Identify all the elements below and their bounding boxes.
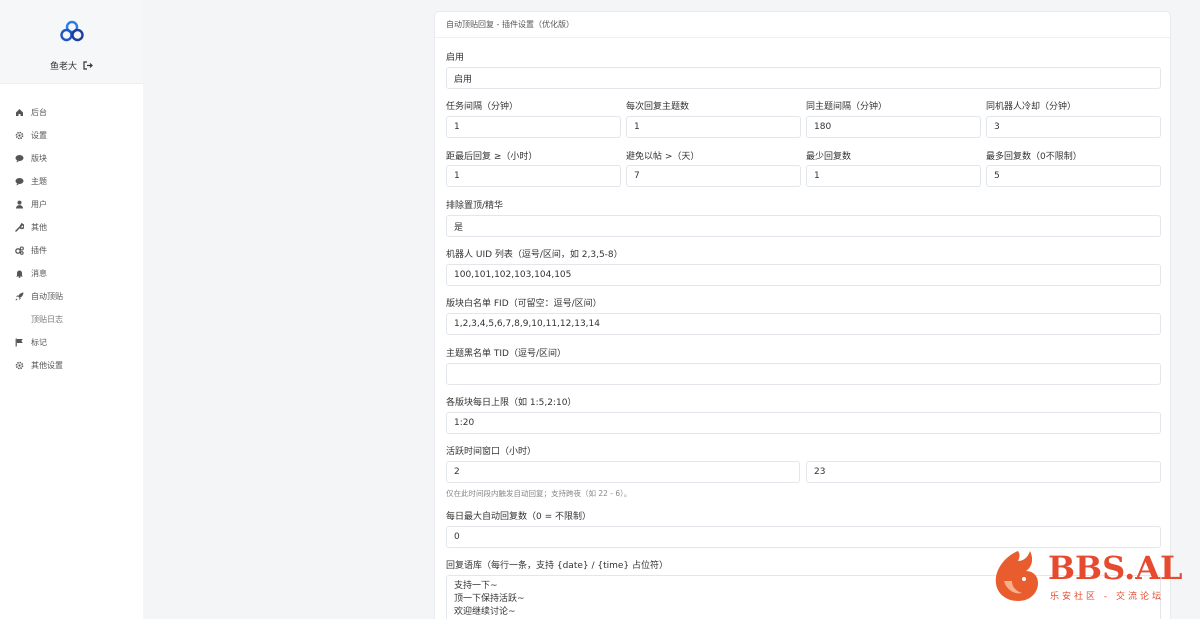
sidebar-item-bump-log[interactable]: 顶贴日志 <box>0 308 143 331</box>
sidebar-item-label: 版块 <box>31 154 47 163</box>
plugin-settings-card: 自动顶贴回复 - 插件设置（优化版） 启用 启用 任务间隔（分钟） 1 每次回复… <box>434 11 1171 619</box>
card-title: 自动顶贴回复 - 插件设置（优化版） <box>435 12 1170 38</box>
sidebar: 鱼老大 后台 设置 版块 主题 用户 其他 插件 消息 自动顶贴 顶贴日志 标记… <box>0 0 143 619</box>
robot-cooldown-input[interactable]: 3 <box>986 116 1161 138</box>
user-name: 鱼老大 <box>49 62 77 72</box>
sidebar-item-flags[interactable]: 标记 <box>0 331 143 354</box>
home-icon <box>15 108 24 117</box>
since-last-reply-label: 距最后回复 ≥（小时） <box>446 152 538 162</box>
sidebar-item-dashboard[interactable]: 后台 <box>0 101 143 124</box>
forum-daily-limit-label: 各版块每日上限（如 1:5,2:10） <box>446 398 577 408</box>
sidebar-item-label: 消息 <box>31 269 47 278</box>
threads-per-run-input[interactable]: 1 <box>626 116 801 138</box>
sidebar-item-label: 主题 <box>31 177 47 186</box>
thread-blacklist-label: 主题黑名单 TID（逗号/区间） <box>446 349 566 359</box>
task-interval-label: 任务间隔（分钟） <box>446 102 519 112</box>
sidebar-item-label: 设置 <box>31 131 47 140</box>
robot-uids-input[interactable]: 100,101,102,103,104,105 <box>446 264 1161 286</box>
forum-daily-limit-input[interactable]: 1:20 <box>446 412 1161 434</box>
sidebar-item-label: 顶贴日志 <box>31 315 63 324</box>
enable-label: 启用 <box>446 53 465 63</box>
active-window-start-input[interactable]: 2 <box>446 461 800 483</box>
chat-icon <box>15 154 24 163</box>
exclude-top-label: 排除置顶/精华 <box>446 201 504 211</box>
sidebar-item-label: 用户 <box>31 200 47 209</box>
since-last-reply-input[interactable]: 1 <box>446 165 621 187</box>
sidebar-item-settings[interactable]: 设置 <box>0 124 143 147</box>
robot-cooldown-label: 同机器人冷却（分钟） <box>986 102 1077 112</box>
sidebar-nav: 后台 设置 版块 主题 用户 其他 插件 消息 自动顶贴 顶贴日志 标记 其他设… <box>0 84 143 377</box>
active-window-label: 活跃时间窗口（小时） <box>446 447 537 457</box>
plugin-icon <box>15 246 24 255</box>
forum-whitelist-label: 版块白名单 FID（可留空：逗号/区间） <box>446 299 602 309</box>
flag-icon <box>15 338 24 347</box>
sidebar-item-label: 后台 <box>31 108 47 117</box>
sidebar-item-label: 标记 <box>31 338 47 347</box>
user-icon <box>15 200 24 209</box>
active-window-hint: 仅在此时间段内触发自动回复；支持跨夜（如 22 - 6）。 <box>446 489 632 498</box>
sidebar-item-auto-bump[interactable]: 自动顶贴 <box>0 285 143 308</box>
robot-uids-label: 机器人 UID 列表（逗号/区间，如 2,3,5-8） <box>446 250 623 260</box>
avoid-old-thread-input[interactable]: 7 <box>626 165 801 187</box>
sidebar-item-plugins[interactable]: 插件 <box>0 239 143 262</box>
sidebar-item-other-settings[interactable]: 其他设置 <box>0 354 143 377</box>
sidebar-item-threads[interactable]: 主题 <box>0 170 143 193</box>
chat-icon <box>15 177 24 186</box>
thread-blacklist-input[interactable] <box>446 363 1161 385</box>
fox-logo-icon <box>995 551 1038 601</box>
logout-icon[interactable] <box>83 61 93 70</box>
threads-per-run-label: 每次回复主题数 <box>626 102 690 112</box>
bell-icon <box>15 269 24 278</box>
sidebar-item-messages[interactable]: 消息 <box>0 262 143 285</box>
sidebar-item-label: 自动顶贴 <box>31 292 63 301</box>
sidebar-item-label: 其他设置 <box>31 361 63 370</box>
task-interval-input[interactable]: 1 <box>446 116 621 138</box>
sidebar-item-label: 插件 <box>31 246 47 255</box>
watermark-title: BBS.AL <box>1048 549 1183 587</box>
sidebar-item-users[interactable]: 用户 <box>0 193 143 216</box>
same-thread-interval-label: 同主题间隔（分钟） <box>806 102 888 112</box>
corpus-line: 欢迎继续讨论~ <box>454 607 516 617</box>
gear-icon <box>15 361 24 370</box>
sidebar-item-label: 其他 <box>31 223 47 232</box>
exclude-top-select[interactable]: 是 <box>446 215 1161 237</box>
gear-icon <box>15 131 24 140</box>
min-replies-input[interactable]: 1 <box>806 165 981 187</box>
max-replies-label: 最多回复数（0不限制） <box>986 152 1082 162</box>
site-watermark: BBS.AL 乐安社区 - 交流论坛 <box>990 545 1195 605</box>
watermark-subtitle: 乐安社区 - 交流论坛 <box>1050 592 1164 602</box>
active-window-end-input[interactable]: 23 <box>806 461 1161 483</box>
rocket-icon <box>15 292 24 301</box>
forum-whitelist-input[interactable]: 1,2,3,4,5,6,7,8,9,10,11,12,13,14 <box>446 313 1161 335</box>
avoid-old-thread-label: 避免以帖 >（天） <box>626 152 700 162</box>
sidebar-header: 鱼老大 <box>0 0 143 84</box>
enable-select[interactable]: 启用 <box>446 67 1161 89</box>
reply-corpus-label: 回复语库（每行一条，支持 {date} / {time} 占位符） <box>446 561 669 571</box>
sidebar-item-other[interactable]: 其他 <box>0 216 143 239</box>
user-info: 鱼老大 <box>0 59 143 72</box>
wrench-icon <box>15 223 24 232</box>
app-logo <box>60 20 84 42</box>
min-replies-label: 最少回复数 <box>806 152 852 162</box>
sidebar-item-forums[interactable]: 版块 <box>0 147 143 170</box>
same-thread-interval-input[interactable]: 180 <box>806 116 981 138</box>
daily-max-label: 每日最大自动回复数（0 = 不限制） <box>446 512 591 522</box>
max-replies-input[interactable]: 5 <box>986 165 1161 187</box>
